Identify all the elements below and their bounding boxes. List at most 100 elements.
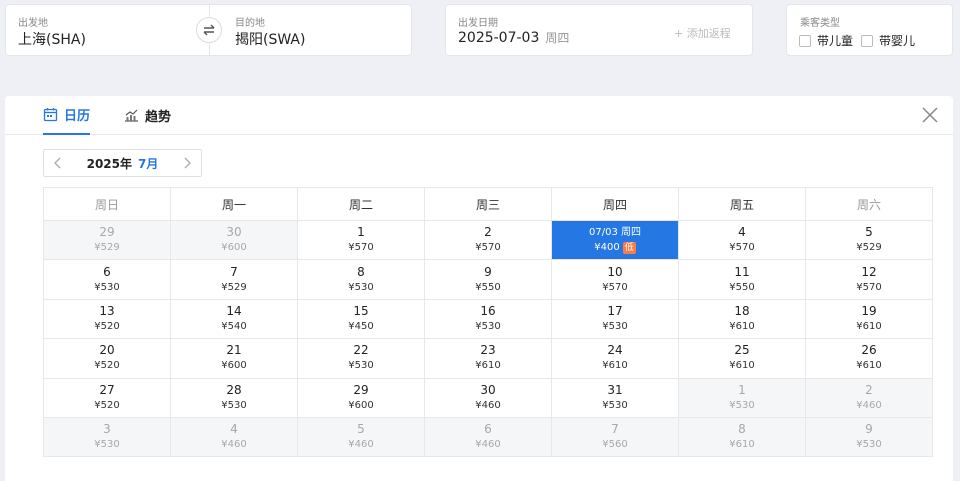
prev-month-button[interactable] — [44, 150, 72, 176]
with-child-checkbox[interactable]: 带儿童 — [799, 32, 853, 49]
calendar-week-row: 29 ¥529 30 ¥600 1 ¥570 2 ¥570 07/03 周四 ¥400 低 4 ¥570… — [43, 219, 933, 261]
close-icon[interactable] — [921, 106, 939, 124]
day-price-line: ¥460 — [171, 437, 297, 452]
calendar-day[interactable]: 20 ¥520 — [43, 338, 171, 379]
calendar-day[interactable]: 26 ¥610 — [805, 338, 933, 379]
calendar-day[interactable]: 11 ¥550 — [678, 259, 806, 300]
calendar-day[interactable]: 19 ¥610 — [805, 298, 933, 340]
calendar-day[interactable]: 7 ¥560 — [551, 416, 679, 458]
day-price-line: ¥600 — [171, 240, 297, 255]
calendar-day[interactable]: 5 ¥460 — [297, 416, 425, 458]
day-price: ¥570 — [602, 281, 628, 293]
month-label: 2025年 7月 — [72, 155, 173, 172]
to-field[interactable]: 揭阳(SWA) — [235, 29, 305, 49]
tab-trend-label: 趋势 — [145, 110, 172, 125]
calendar-day[interactable]: 6 ¥530 — [43, 259, 171, 300]
calendar-day[interactable]: 30 ¥600 — [170, 219, 298, 261]
day-number: 30 — [226, 225, 242, 240]
calendar-day[interactable]: 30 ¥460 — [424, 377, 552, 418]
day-price-line: ¥460 — [425, 437, 551, 452]
day-number: 1 — [738, 382, 746, 397]
calendar-day[interactable]: 29 ¥529 — [43, 219, 171, 261]
day-price-line: ¥530 — [425, 319, 551, 334]
calendar-day[interactable]: 9 ¥550 — [424, 259, 552, 300]
calendar-day[interactable]: 2 ¥460 — [805, 377, 933, 418]
calendar-day[interactable]: 25 ¥610 — [678, 338, 806, 379]
day-price: ¥530 — [856, 439, 882, 451]
from-field[interactable]: 上海(SHA) — [18, 29, 86, 49]
calendar-day[interactable]: 3 ¥530 — [43, 416, 171, 458]
day-price-line: ¥550 — [679, 280, 805, 295]
day-price-line: ¥530 — [552, 398, 678, 413]
calendar-day[interactable]: 5 ¥529 — [805, 219, 933, 261]
calendar-day[interactable]: 8 ¥610 — [678, 416, 806, 458]
day-price: ¥600 — [221, 242, 247, 254]
day-number: 6 — [103, 264, 111, 279]
calendar-week-row: 13 ¥520 14 ¥540 15 ¥450 16 ¥530 17 ¥530 18 ¥610 19 ¥6… — [43, 298, 933, 340]
with-infant-checkbox[interactable]: 带婴儿 — [861, 32, 915, 49]
calendar-day-selected[interactable]: 07/03 周四 ¥400 低 — [551, 219, 679, 261]
calendar-day[interactable]: 31 ¥530 — [551, 377, 679, 418]
add-return-button[interactable]: + 添加返程 — [674, 25, 731, 41]
calendar-day[interactable]: 13 ¥520 — [43, 298, 171, 340]
day-number: 6 — [484, 422, 492, 437]
calendar-day[interactable]: 29 ¥600 — [297, 377, 425, 418]
divider-top — [209, 5, 210, 17]
calendar-day[interactable]: 17 ¥530 — [551, 298, 679, 340]
day-price-line: ¥610 — [425, 358, 551, 373]
day-number: 22 — [353, 343, 369, 358]
calendar-day[interactable]: 18 ¥610 — [678, 298, 806, 340]
calendar-day[interactable]: 4 ¥460 — [170, 416, 298, 458]
weekday-header: 周四 — [551, 187, 679, 221]
day-price-line: ¥520 — [44, 358, 170, 373]
next-month-button[interactable] — [173, 150, 201, 176]
calendar-day[interactable]: 12 ¥570 — [805, 259, 933, 300]
calendar-day[interactable]: 8 ¥530 — [297, 259, 425, 300]
day-number: 28 — [226, 382, 242, 397]
day-price-line: ¥530 — [44, 437, 170, 452]
calendar-day[interactable]: 23 ¥610 — [424, 338, 552, 379]
calendar-day[interactable]: 2 ¥570 — [424, 219, 552, 261]
day-price: ¥530 — [602, 320, 628, 332]
day-number: 29 — [353, 382, 369, 397]
calendar-day[interactable]: 15 ¥450 — [297, 298, 425, 340]
calendar-day[interactable]: 4 ¥570 — [678, 219, 806, 261]
calendar-day[interactable]: 16 ¥530 — [424, 298, 552, 340]
tab-trend[interactable]: 趋势 — [124, 96, 171, 135]
calendar-day[interactable]: 24 ¥610 — [551, 338, 679, 379]
checkbox-box[interactable] — [799, 34, 811, 47]
day-price: ¥460 — [348, 439, 374, 451]
day-number: 21 — [226, 343, 242, 358]
calendar-grid: 周日 周一 周二 周三 周四 周五 周六 29 ¥529 30 ¥600 1 ¥570 2 ¥… — [43, 187, 933, 458]
day-price: ¥570 — [729, 242, 755, 254]
day-price-line: ¥400 低 — [552, 240, 678, 255]
calendar-day[interactable]: 22 ¥530 — [297, 338, 425, 379]
calendar-day[interactable]: 6 ¥460 — [424, 416, 552, 458]
day-number: 18 — [734, 303, 750, 318]
day-price: ¥460 — [221, 439, 247, 451]
date-label: 出发日期 — [458, 18, 498, 29]
checkbox-box[interactable] — [861, 34, 873, 47]
day-number: 13 — [99, 303, 115, 318]
swap-button[interactable] — [196, 17, 222, 43]
passenger-label: 乘客类型 — [800, 18, 840, 29]
calendar-day[interactable]: 7 ¥529 — [170, 259, 298, 300]
calendar-day[interactable]: 27 ¥520 — [43, 377, 171, 418]
calendar-day[interactable]: 28 ¥530 — [170, 377, 298, 418]
day-price-line: ¥600 — [171, 358, 297, 373]
day-price: ¥530 — [221, 399, 247, 411]
day-price: ¥460 — [475, 439, 501, 451]
day-number: 23 — [480, 343, 496, 358]
weekday-header-row: 周日 周一 周二 周三 周四 周五 周六 — [43, 187, 933, 221]
day-price-line: ¥530 — [806, 437, 932, 452]
day-number: 2 — [865, 382, 873, 397]
calendar-day[interactable]: 1 ¥570 — [297, 219, 425, 261]
calendar-day[interactable]: 1 ¥530 — [678, 377, 806, 418]
calendar-day[interactable]: 21 ¥600 — [170, 338, 298, 379]
calendar-day[interactable]: 10 ¥570 — [551, 259, 679, 300]
calendar-day[interactable]: 9 ¥530 — [805, 416, 933, 458]
calendar-day[interactable]: 14 ¥540 — [170, 298, 298, 340]
tab-calendar[interactable]: 日历 — [43, 96, 91, 135]
date-field[interactable]: 2025-07-03 周四 — [458, 29, 569, 46]
day-number: 2 — [484, 225, 492, 240]
